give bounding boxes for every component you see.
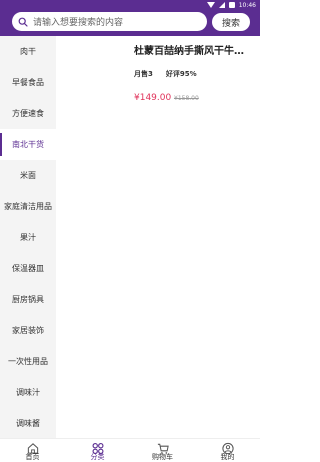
bottom-tabbar: 首页 分类 购物车 我的 xyxy=(0,438,260,462)
tab-profile-label: 我的 xyxy=(220,453,235,461)
sidebar-item-dry-goods[interactable]: 南北干货 xyxy=(0,129,56,160)
search-placeholder: 请输入想要搜索的内容 xyxy=(33,18,124,28)
product-list: 杜蒙百喆纳手撕风干牛… 月售3 好评95% ¥149.00 ¥158.00 xyxy=(56,36,260,438)
search-input[interactable]: 请输入想要搜索的内容 xyxy=(12,12,207,31)
sidebar-item-thermos[interactable]: 保温器皿 xyxy=(0,253,56,284)
sidebar-item-breakfast[interactable]: 早餐食品 xyxy=(0,67,56,98)
status-time: 10:46 xyxy=(238,1,256,9)
sidebar-item-instant-food[interactable]: 方便速食 xyxy=(0,98,56,129)
signal-icon xyxy=(218,2,225,8)
sidebar-item-cleaning[interactable]: 家庭清洁用品 xyxy=(0,191,56,222)
tab-home[interactable]: 首页 xyxy=(0,439,65,462)
sidebar-item-rice-noodles[interactable]: 米面 xyxy=(0,160,56,191)
search-button[interactable]: 搜索 xyxy=(212,13,250,31)
sidebar-item-cookware[interactable]: 厨房锅具 xyxy=(0,284,56,315)
header-bar: 10:46 请输入想要搜索的内容 搜索 xyxy=(0,0,260,36)
sidebar-item-sauce[interactable]: 调味汁 xyxy=(0,377,56,408)
tab-profile[interactable]: 我的 xyxy=(195,439,260,462)
tab-cart-label: 购物车 xyxy=(152,453,173,461)
sidebar-item-home-decor[interactable]: 家居装饰 xyxy=(0,315,56,346)
product-meta: 月售3 好评95% xyxy=(134,69,197,79)
battery-icon xyxy=(228,2,235,8)
search-icon xyxy=(18,17,28,27)
sidebar-item-disposables[interactable]: 一次性用品 xyxy=(0,346,56,377)
category-sidebar: 肉干 早餐食品 方便速食 南北干货 米面 家庭清洁用品 果汁 保温器皿 厨房锅具… xyxy=(0,36,56,438)
product-original-price: ¥158.00 xyxy=(174,95,199,102)
tab-cart[interactable]: 购物车 xyxy=(130,439,195,462)
status-bar: 10:46 xyxy=(206,1,256,9)
tab-category-label: 分类 xyxy=(90,453,105,461)
sidebar-item-juice[interactable]: 果汁 xyxy=(0,222,56,253)
product-sales: 月售3 xyxy=(134,70,153,78)
tab-home-label: 首页 xyxy=(25,453,40,461)
wifi-icon xyxy=(206,2,215,8)
sidebar-item-paste[interactable]: 调味酱 xyxy=(0,408,56,439)
product-rating: 好评95% xyxy=(165,70,197,78)
product-card[interactable]: 杜蒙百喆纳手撕风干牛… 月售3 好评95% ¥149.00 ¥158.00 xyxy=(56,36,260,116)
product-title[interactable]: 杜蒙百喆纳手撕风干牛… xyxy=(134,42,258,57)
tab-category[interactable]: 分类 xyxy=(65,439,130,462)
product-price: ¥149.00 xyxy=(134,93,172,103)
sidebar-item-meat-jerky[interactable]: 肉干 xyxy=(0,36,56,67)
